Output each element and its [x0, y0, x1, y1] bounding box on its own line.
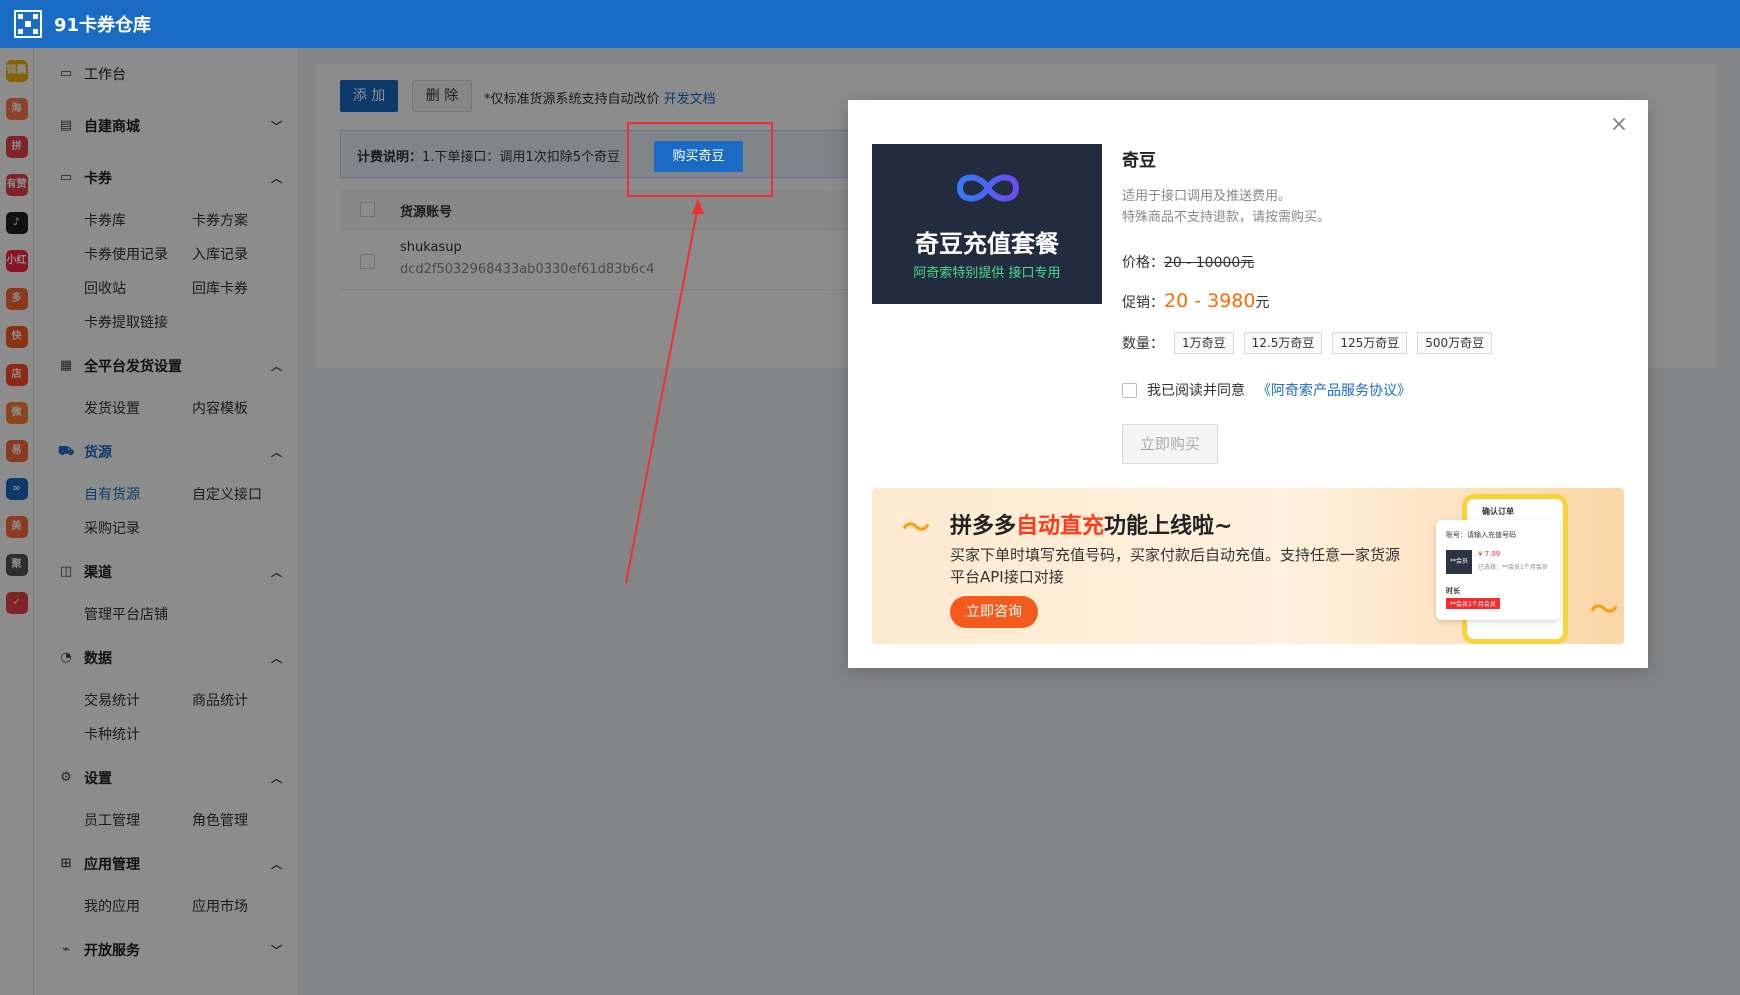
swirl-decoration-icon: 〜: [902, 511, 931, 544]
promo-price: 20 - 3980: [1164, 290, 1256, 312]
banner-body: 买家下单时填写充值号码，买家付款后自动充值。支持任意一家货源平台API接口对接: [950, 546, 1401, 586]
quantity-row: 数量： 1万奇豆 12.5万奇豆 125万奇豆 500万奇豆: [1122, 332, 1493, 354]
card-thumb: **会员: [1446, 550, 1472, 574]
promo-row: 促销：20 - 3980元: [1122, 290, 1269, 312]
agreement-row: 我已阅读并同意 《阿奇索产品服务协议》: [1122, 380, 1411, 400]
swirl-decoration-icon: 〜: [1590, 593, 1619, 626]
agree-checkbox[interactable]: [1122, 382, 1137, 398]
banner-title-pre: 拼多多: [950, 514, 1017, 539]
banner-title-post: 功能上线啦~: [1104, 514, 1233, 539]
close-icon[interactable]: ×: [1608, 114, 1630, 136]
app-title: 91卡券仓库: [54, 15, 152, 36]
promo-banner[interactable]: 〜 拼多多自动直充功能上线啦~ 买家下单时填写充值号码，买家付款后自动充值。支持…: [872, 488, 1624, 644]
qty-option-2[interactable]: 12.5万奇豆: [1243, 332, 1323, 354]
product-description: 适用于接口调用及推送费用。 特殊商品不支持退款，请按需购买。: [1122, 186, 1330, 228]
desc-line-1: 适用于接口调用及推送费用。: [1122, 189, 1292, 204]
qty-option-4[interactable]: 500万奇豆: [1417, 332, 1493, 354]
banner-title-highlight: 自动直充: [1016, 514, 1105, 539]
card-title: 确认订单: [1482, 507, 1514, 516]
agreement-link[interactable]: 《阿奇索产品服务协议》: [1257, 380, 1411, 400]
buy-now-button[interactable]: 立即购买: [1122, 424, 1218, 464]
promo-label: 促销：: [1122, 295, 1164, 311]
card-selected: 已选择：**会员1个月会员: [1478, 564, 1548, 571]
price-label: 价格：: [1122, 255, 1164, 271]
quantity-label: 数量：: [1122, 336, 1164, 352]
product-image: 奇豆充值套餐 阿奇索特别提供 接口专用: [872, 144, 1102, 304]
qty-option-3[interactable]: 125万奇豆: [1332, 332, 1408, 354]
infinity-logo-icon: [956, 174, 1020, 202]
product-image-subtitle: 阿奇索特别提供 接口专用: [913, 266, 1061, 281]
product-name: 奇豆: [1122, 151, 1156, 171]
card-account: 账号：请输入充值号码: [1446, 531, 1516, 539]
original-price: 20 - 10000元: [1164, 255, 1255, 271]
agree-text: 我已阅读并同意: [1147, 383, 1245, 399]
order-card-illustration: 确认订单 账号：请输入充值号码 **会员 ¥ 7.99 已选择：**会员1个月会…: [1436, 507, 1560, 620]
card-tag: **会员1个月会员: [1446, 598, 1500, 609]
banner-title: 拼多多自动直充功能上线啦~: [950, 508, 1232, 540]
consult-button[interactable]: 立即咨询: [950, 596, 1038, 628]
top-bar: 91卡券仓库: [0, 0, 1740, 48]
app-logo-icon: [14, 10, 42, 38]
promo-unit: 元: [1255, 295, 1270, 311]
card-price: ¥ 7.99: [1478, 550, 1501, 558]
desc-line-2: 特殊商品不支持退款，请按需购买。: [1122, 210, 1331, 225]
product-image-title: 奇豆充值套餐: [915, 230, 1059, 258]
purchase-modal: × 奇豆充值套餐 阿奇索特别提供 接口专用 奇豆 适用于接口调用及推送费用。 特…: [848, 100, 1648, 668]
price-row: 价格：20 - 10000元: [1122, 252, 1254, 272]
card-duration: 时长: [1446, 587, 1460, 595]
qty-option-1[interactable]: 1万奇豆: [1174, 332, 1234, 354]
highlight-box: [627, 122, 773, 197]
